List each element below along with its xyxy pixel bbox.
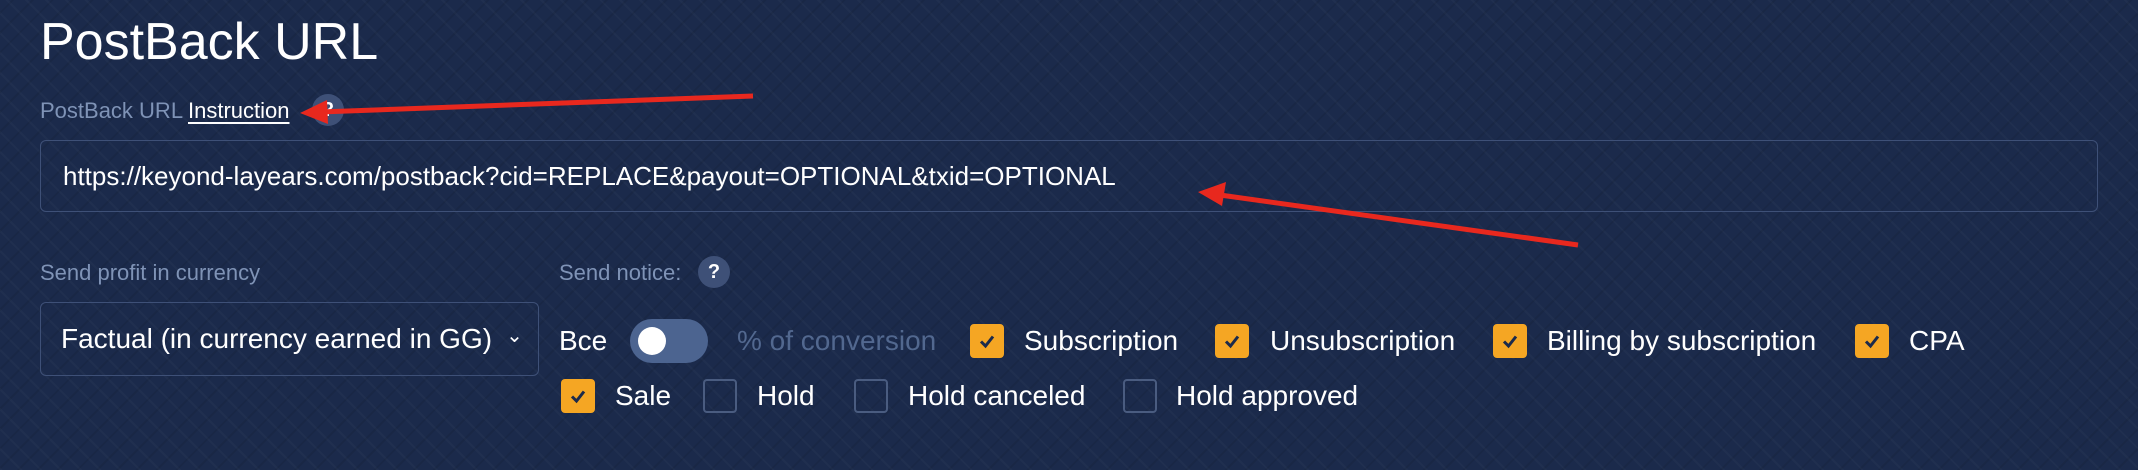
page-title: PostBack URL [40, 13, 379, 71]
check-icon [1502, 335, 1518, 349]
checkbox-hold-canceled[interactable] [854, 379, 888, 413]
currency-selected-value: Factual (in currency earned in GG) [61, 323, 493, 354]
currency-select[interactable]: Factual (in currency earned in GG) ⌄ [40, 302, 539, 376]
check-icon [1224, 335, 1240, 349]
currency-label: Send profit in currency [40, 260, 261, 285]
all-toggle[interactable] [630, 319, 708, 363]
instruction-link[interactable]: Instruction [188, 98, 290, 124]
postback-url-value: https://keyond-layears.com/postback?cid=… [63, 160, 1116, 191]
checkbox-label: CPA [1909, 325, 1965, 356]
annotation-arrow-instruction [300, 93, 754, 124]
question-mark: ? [321, 98, 335, 121]
checkbox-hold-approved[interactable] [1123, 379, 1157, 413]
checkbox-label: Sale [615, 380, 672, 411]
checkbox-cpa[interactable] [1855, 324, 1889, 358]
postback-help-icon[interactable]: ? [312, 94, 344, 126]
toggle-all-label: Все [559, 325, 608, 356]
check-icon [1864, 335, 1880, 349]
checkbox-label: Billing by subscription [1547, 325, 1817, 356]
chevron-down-icon: ⌄ [506, 324, 523, 347]
checkbox-subscription[interactable] [970, 324, 1004, 358]
postback-label: PostBack URL [40, 98, 184, 123]
checkbox-hold[interactable] [703, 379, 737, 413]
toggle-knob [638, 327, 666, 355]
checkbox-unsubscription[interactable] [1215, 324, 1249, 358]
checkbox-sale[interactable] [561, 379, 595, 413]
postback-url-field[interactable]: https://keyond-layears.com/postback?cid=… [40, 140, 2098, 212]
checkbox-label: Hold canceled [908, 380, 1086, 411]
checkbox-billing-by-subscription[interactable] [1493, 324, 1527, 358]
checkbox-label: Subscription [1024, 325, 1179, 356]
checkbox-label: Hold [757, 380, 815, 411]
checkbox-label: Hold approved [1176, 380, 1359, 411]
check-icon [570, 390, 586, 404]
question-mark: ? [707, 260, 721, 283]
checkbox-label: Unsubscription [1270, 325, 1456, 356]
toggle-hint: % of conversion [737, 325, 937, 356]
notice-label: Send notice: [559, 260, 682, 285]
notice-help-icon[interactable]: ? [698, 256, 730, 288]
check-icon [979, 335, 995, 349]
